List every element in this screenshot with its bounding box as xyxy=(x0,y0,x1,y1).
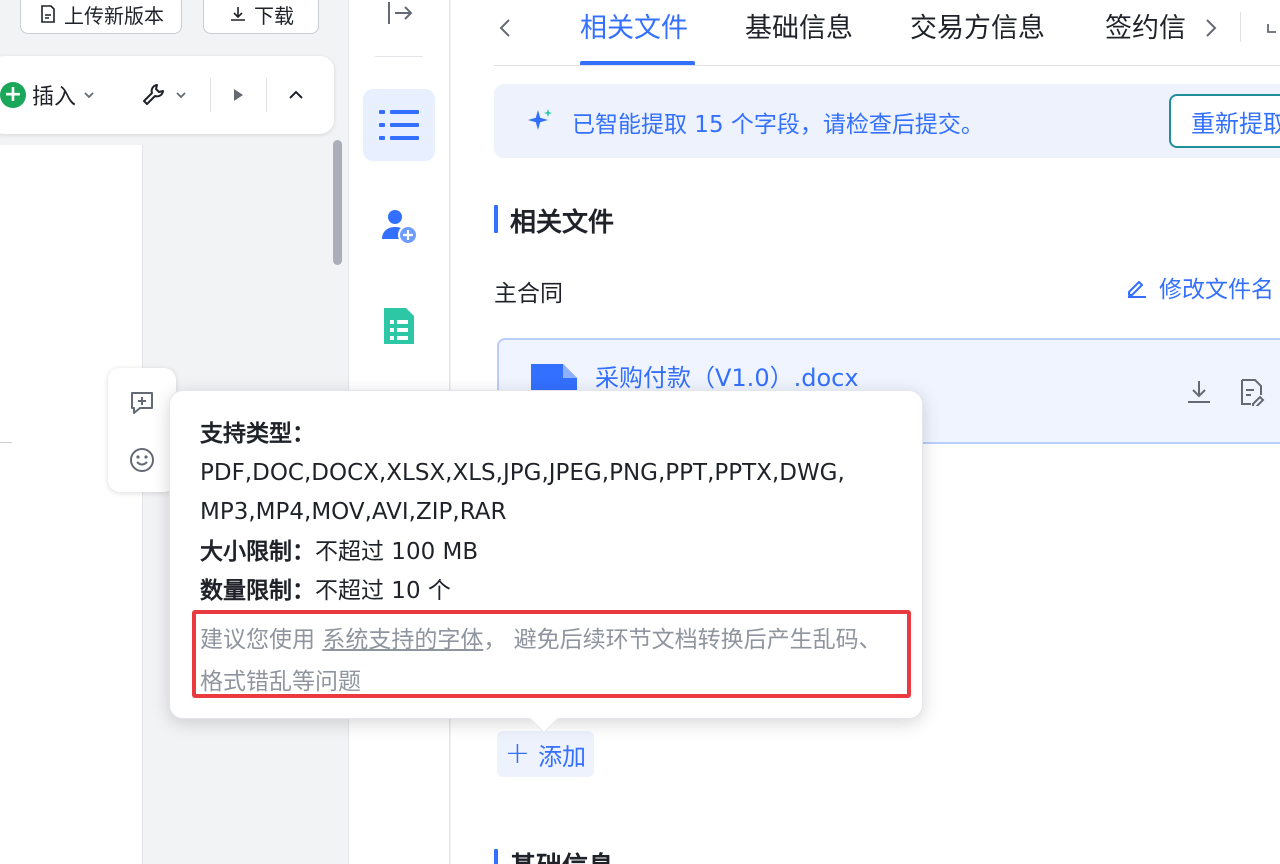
file-edit-icon[interactable] xyxy=(1237,378,1265,406)
size-limit: 大小限制：不超过 100 MB xyxy=(200,537,478,567)
add-file-button[interactable]: + 添加 xyxy=(497,731,594,777)
plus-circle-icon: + xyxy=(0,82,26,108)
chevron-right-icon[interactable] xyxy=(1197,12,1225,44)
download-label: 下载 xyxy=(254,3,294,28)
tab-basic-info[interactable]: 基础信息 xyxy=(745,6,853,45)
upload-requirements-tooltip: 支持类型： PDF,DOC,DOCX,XLSX,XLS,JPG,JPEG,PNG… xyxy=(169,390,923,734)
rename-file-button[interactable]: 修改文件名 xyxy=(1125,270,1274,304)
font-hint: 建议您使用 系统支持的字体， 避免后续环节文档转换后产生乱码、格式错乱等问题 xyxy=(200,627,882,695)
wrench-icon xyxy=(143,84,164,105)
section-title-basic-info: 基础信息 xyxy=(494,846,614,864)
play-icon xyxy=(234,89,243,101)
chevron-left-icon[interactable] xyxy=(491,12,519,44)
ai-extraction-banner: 已智能提取 15 个字段，请检查后提交。 重新提取 xyxy=(494,84,1280,158)
count-limit-value: 不超过 10 个 xyxy=(315,578,451,604)
rename-file-label: 修改文件名 xyxy=(1159,277,1274,303)
file-upload-icon xyxy=(41,5,55,23)
document-margin-mark xyxy=(0,442,12,443)
upload-new-version-label: 上传新版本 xyxy=(64,3,164,28)
tools-menu[interactable] xyxy=(140,56,188,134)
play-button[interactable] xyxy=(230,56,246,134)
supported-fonts-link[interactable]: 系统支持的字体 xyxy=(322,627,483,653)
toolbar-divider xyxy=(266,78,267,112)
chevron-up-icon xyxy=(289,90,303,99)
list-icon xyxy=(379,110,419,140)
download-button[interactable]: 下载 xyxy=(203,0,319,34)
floating-action-bar xyxy=(108,368,176,492)
add-comment-icon[interactable] xyxy=(128,389,156,417)
toolbar-divider xyxy=(210,78,211,112)
nav-counterparty[interactable] xyxy=(363,190,435,262)
tab-counterparty-info[interactable]: 交易方信息 xyxy=(910,6,1045,45)
size-limit-label: 大小限制： xyxy=(200,539,315,565)
nav-divider xyxy=(375,56,423,57)
reextract-button[interactable]: 重新提取 xyxy=(1169,94,1280,148)
count-limit-label: 数量限制： xyxy=(200,578,315,604)
insert-label: 插入 xyxy=(32,85,77,110)
add-user-icon xyxy=(382,210,418,245)
supported-types-line-1: PDF,DOC,DOCX,XLSX,XLS,JPG,JPEG,PNG,PPT,P… xyxy=(200,460,845,486)
extraction-message: 已智能提取 15 个字段，请检查后提交。 xyxy=(572,112,984,138)
chevron-down-icon xyxy=(176,92,186,99)
tab-related-files[interactable]: 相关文件 xyxy=(580,6,688,45)
file-name[interactable]: 采购付款（V1.0）.docx xyxy=(595,358,859,393)
tab-signing-info[interactable]: 签约信 xyxy=(1105,6,1185,45)
plus-icon: + xyxy=(504,736,531,771)
nav-documents[interactable] xyxy=(363,290,435,362)
collapse-toolbar-button[interactable] xyxy=(286,56,306,134)
pencil-icon xyxy=(1128,281,1146,298)
document-list-icon xyxy=(384,308,414,344)
main-contract-label: 主合同 xyxy=(494,281,563,307)
supported-types-line-2: MP3,MP4,MOV,AVI,ZIP,RAR xyxy=(200,499,507,525)
expand-panel-icon[interactable] xyxy=(385,0,415,28)
sparkle-icon xyxy=(528,109,552,130)
add-file-label: 添加 xyxy=(538,742,587,771)
chevron-down-icon xyxy=(84,92,94,99)
section-title-related-files: 相关文件 xyxy=(494,202,614,239)
tabs-divider xyxy=(494,65,1280,66)
nav-contract-info[interactable] xyxy=(363,89,435,161)
document-page[interactable] xyxy=(0,145,143,864)
emoji-icon[interactable] xyxy=(128,446,156,474)
tab-divider xyxy=(1240,12,1241,42)
upload-new-version-button[interactable]: 上传新版本 xyxy=(20,0,182,34)
size-limit-value: 不超过 100 MB xyxy=(315,539,479,565)
tab-bar: 相关文件 基础信息 交易方信息 签约信 xyxy=(451,0,1280,66)
count-limit: 数量限制：不超过 10 个 xyxy=(200,576,451,606)
insert-menu[interactable]: + 插入 xyxy=(0,56,96,134)
editor-toolbar: + 插入 xyxy=(0,56,334,134)
editor-scrollbar[interactable] xyxy=(333,140,342,265)
download-icon[interactable] xyxy=(1185,378,1213,406)
download-icon xyxy=(231,7,245,21)
supported-types-label: 支持类型： xyxy=(200,421,315,447)
collapse-icon[interactable] xyxy=(1264,20,1280,36)
